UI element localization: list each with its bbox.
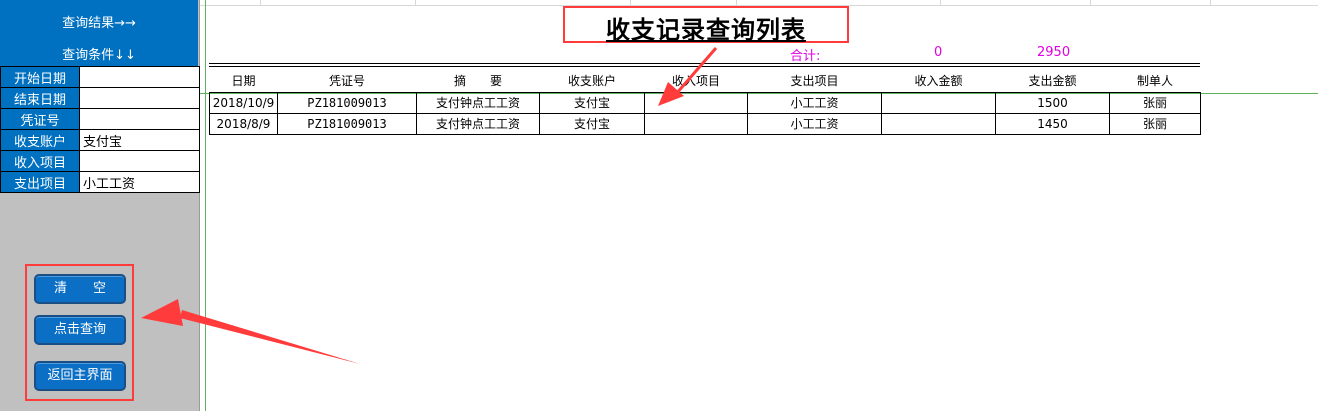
income-item-cell[interactable]: [644, 112, 748, 135]
condition-table: 开始日期 结束日期 凭证号 收支账户 支付宝 收入项目 支出项目 小工工资: [0, 66, 200, 193]
income-amount-cell[interactable]: [881, 112, 996, 135]
column-header: 收入金额: [881, 69, 996, 93]
condition-label: 收支账户: [0, 129, 80, 151]
summary-cell[interactable]: 支付钟点工工资: [416, 112, 540, 135]
voucher-cell[interactable]: PZ181009013: [277, 91, 417, 114]
column-header: 收支账户: [539, 69, 645, 93]
button-group-highlight: 清 空 点击查询 返回主界面: [25, 264, 134, 401]
condition-label: 收入项目: [0, 150, 80, 172]
column-header: 凭证号: [277, 69, 417, 93]
condition-row-expense-item: 支出项目 小工工资: [0, 171, 200, 193]
expense-item-field[interactable]: 小工工资: [79, 171, 200, 193]
total-income-value: 0: [934, 45, 943, 60]
creator-cell[interactable]: 张丽: [1109, 91, 1201, 114]
income-amount-cell[interactable]: [881, 91, 996, 114]
summary-cell[interactable]: 支付钟点工工资: [416, 91, 540, 114]
account-cell[interactable]: 支付宝: [539, 112, 645, 135]
freeze-pane-vertical: [205, 0, 206, 411]
result-table: 日期 凭证号 摘 要 收支账户 收入项目 支出项目 收入金额 支出金额 制单人 …: [209, 69, 1201, 135]
voucher-number-field[interactable]: [79, 108, 200, 130]
column-header: 摘 要: [416, 69, 540, 93]
condition-row-end-date: 结束日期: [0, 87, 200, 109]
table-row[interactable]: 2018/8/9 PZ181009013 支付钟点工工资 支付宝 小工工资 14…: [209, 112, 1201, 135]
account-cell[interactable]: 支付宝: [539, 91, 645, 114]
back-to-main-button[interactable]: 返回主界面: [34, 361, 126, 391]
expense-item-cell[interactable]: 小工工资: [747, 112, 882, 135]
creator-cell[interactable]: 张丽: [1109, 112, 1201, 135]
condition-row-start-date: 开始日期: [0, 66, 200, 88]
conditions-header-label: 查询条件↓↓: [62, 48, 136, 63]
condition-label: 结束日期: [0, 87, 80, 109]
income-item-field[interactable]: [79, 150, 200, 172]
sidebar-header: 查询结果→→ 查询条件↓↓: [0, 0, 198, 66]
column-header: 支出项目: [747, 69, 882, 93]
condition-label: 凭证号: [0, 108, 80, 130]
table-row[interactable]: 2018/10/9 PZ181009013 支付钟点工工资 支付宝 小工工资 1…: [209, 91, 1201, 114]
condition-row-voucher: 凭证号: [0, 108, 200, 130]
condition-row-income-item: 收入项目: [0, 150, 200, 172]
report-title: 收支记录查询列表: [606, 15, 806, 44]
column-header: 制单人: [1109, 69, 1201, 93]
clear-button[interactable]: 清 空: [34, 274, 126, 304]
date-cell[interactable]: 2018/10/9: [209, 91, 278, 114]
start-date-field[interactable]: [79, 66, 200, 88]
total-label: 合计:: [790, 49, 821, 64]
results-header-label: 查询结果→→: [62, 16, 136, 31]
expense-amount-cell[interactable]: 1450: [995, 112, 1110, 135]
expense-amount-cell[interactable]: 1500: [995, 91, 1110, 114]
query-sidebar: 查询结果→→ 查询条件↓↓ 开始日期 结束日期 凭证号 收支账户 支付宝 收入项…: [0, 0, 200, 411]
title-highlight: 收支记录查询列表: [563, 6, 849, 44]
expense-item-cell[interactable]: 小工工资: [747, 91, 882, 114]
column-header: 收入项目: [644, 69, 748, 93]
query-button[interactable]: 点击查询: [34, 315, 126, 345]
end-date-field[interactable]: [79, 87, 200, 109]
column-header: 支出金额: [995, 69, 1110, 93]
date-cell[interactable]: 2018/8/9: [209, 112, 278, 135]
voucher-cell[interactable]: PZ181009013: [277, 112, 417, 135]
account-field[interactable]: 支付宝: [79, 129, 200, 151]
condition-label: 开始日期: [0, 66, 80, 88]
column-header: 日期: [209, 69, 278, 93]
table-header-row: 日期 凭证号 摘 要 收支账户 收入项目 支出项目 收入金额 支出金额 制单人: [209, 69, 1201, 93]
header-double-rule: [209, 63, 1200, 67]
condition-label: 支出项目: [0, 171, 80, 193]
condition-row-account: 收支账户 支付宝: [0, 129, 200, 151]
total-expense-value: 2950: [1037, 45, 1071, 60]
income-item-cell[interactable]: [644, 91, 748, 114]
